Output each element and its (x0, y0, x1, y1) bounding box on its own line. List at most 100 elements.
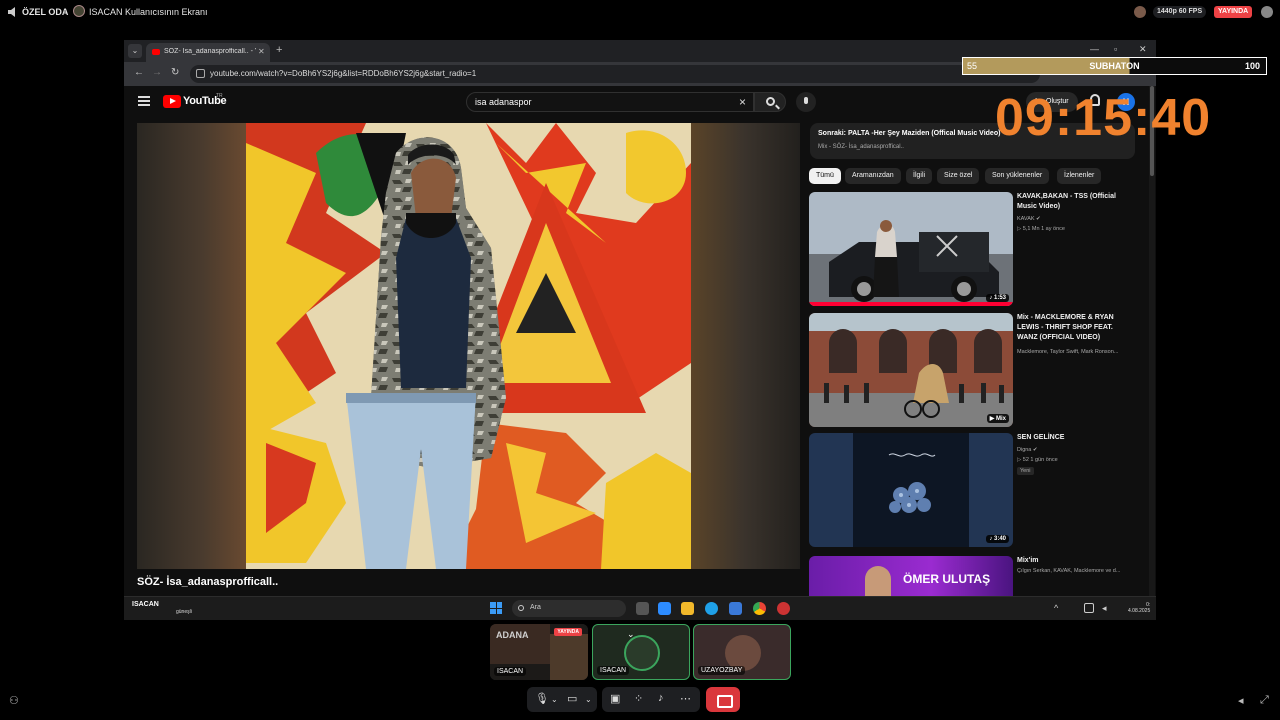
recommendation-item[interactable]: ♪ 1:53 KAVAK,BAKAN - TSS (Official Music… (809, 192, 1139, 310)
recommendation-channel[interactable]: KAVAK ✔ (1017, 216, 1041, 222)
edge-icon[interactable] (705, 602, 718, 615)
soundboard-icon[interactable]: ♪ (658, 692, 664, 704)
video-thumbnail[interactable]: ÖMER ULUTAŞ (809, 556, 1013, 596)
back-icon[interactable]: ← (134, 67, 144, 78)
taskbar-clock[interactable]: 0: 4.08.2025 (1128, 602, 1150, 614)
volume-icon[interactable]: ◂ (1102, 603, 1107, 614)
duration-badge: ♪ 3:40 (986, 535, 1009, 543)
recommendation-item[interactable]: ♪ 3:40 SEN GELİNCE Digna ✔ ▷ 52 1 gün ön… (809, 433, 1139, 551)
recommendation-meta: ▷ 52 1 gün önce (1017, 457, 1058, 463)
windows-start-icon[interactable] (490, 602, 502, 614)
breadcrumb-separator: › (63, 6, 66, 16)
store-icon[interactable] (729, 602, 742, 615)
menu-icon[interactable] (138, 96, 150, 106)
thumbnail-text: ÖMER ULUTAŞ (903, 572, 991, 586)
app-icon[interactable] (777, 602, 790, 615)
player-blur-left (137, 123, 247, 569)
output-volume-icon[interactable]: ◂ (1238, 694, 1244, 707)
participant-tile[interactable]: ⌄ ISACAN (592, 624, 690, 680)
search-icon (766, 97, 775, 106)
network-icon[interactable] (1084, 603, 1094, 613)
task-view-icon[interactable] (636, 602, 649, 615)
activities-icon[interactable]: ⁘ (634, 692, 643, 705)
subathon-goal: 100 (1244, 61, 1260, 71)
screen-share-button[interactable]: ▣ (610, 692, 620, 705)
fullscreen-icon[interactable]: ⤢ (1260, 694, 1269, 707)
chip-related[interactable]: İlgili (906, 168, 933, 184)
minimize-icon[interactable]: — (1090, 44, 1099, 54)
video-thumbnail[interactable]: ♪ 1:53 (809, 192, 1013, 306)
close-tab-icon[interactable]: ✕ (258, 47, 265, 56)
reload-icon[interactable]: ↻ (171, 67, 179, 78)
camera-icon[interactable]: ▭ (567, 692, 577, 705)
new-tab-icon[interactable]: + (276, 44, 282, 56)
thumbnail-face (865, 566, 891, 596)
clock-date: 4.08.2025 (1128, 608, 1151, 614)
tab-title: SÖZ- İsa_adanasprofficall.. - YouTube (164, 48, 256, 55)
taskbar-user[interactable]: ISACAN (132, 601, 159, 608)
room-name[interactable]: ÖZEL ODA (22, 7, 68, 17)
video-thumbnail[interactable]: ♪ 3:40 (809, 433, 1013, 547)
widgets-icon[interactable] (658, 602, 671, 615)
file-explorer-icon[interactable] (681, 602, 694, 615)
recommendation-item[interactable]: ÖMER ULUTAŞ Mix'im Çılgın Serkan, KAVAK,… (809, 556, 1139, 596)
viewer-avatar[interactable] (1134, 6, 1146, 18)
tray-chevron-icon[interactable]: ^ (1054, 603, 1058, 613)
video-player[interactable] (137, 123, 800, 569)
new-badge: Yeni (1017, 467, 1034, 475)
participant-tile-stream[interactable]: ADANA YAYINDA ISACAN (490, 624, 588, 680)
recommendation-channel: Çılgın Serkan, KAVAK, Macklemore ve d... (1017, 568, 1121, 574)
search-input[interactable]: isa adanaspor × (466, 92, 754, 112)
recommendation-channel[interactable]: Digna ✔ (1017, 447, 1038, 453)
stream-quality-badge: 1440p 60 FPS (1153, 6, 1207, 18)
taskbar-search-label: Ara (530, 604, 541, 611)
youtube-favicon-icon (152, 49, 160, 55)
browser-tab[interactable]: SÖZ- İsa_adanasprofficall.. - YouTube ✕ (146, 43, 270, 62)
video-title: SÖZ- İsa_adanasprofficall.. (137, 576, 279, 588)
more-icon[interactable]: ⋯ (680, 692, 691, 705)
close-window-icon[interactable]: ✕ (1139, 44, 1147, 55)
invite-icon[interactable]: ⚇ (9, 694, 19, 707)
audio-video-controls: 🎙 ⌄ ▭ ⌄ (527, 687, 597, 712)
tab-search-icon[interactable]: ⌄ (128, 44, 142, 58)
chip-for-you[interactable]: Size özel (937, 168, 980, 184)
search-button[interactable] (754, 92, 786, 112)
page-scrollbar[interactable] (1149, 86, 1155, 620)
windows-taskbar: ISACAN güneşli Ara ^ ◂ 0: 4.08.2025 (124, 596, 1156, 620)
up-next-playlist: Mix - SÖZ- İsa_adanasproffical.. (818, 144, 904, 150)
youtube-logo-icon[interactable] (163, 95, 181, 108)
participant-name: ISACAN (494, 667, 527, 676)
site-info-icon[interactable] (196, 69, 205, 78)
chip-all[interactable]: Tümü (809, 168, 841, 184)
video-thumbnail[interactable]: ▶ Mix (809, 313, 1013, 427)
graffiti-scene-image (246, 123, 691, 569)
chip-from-search[interactable]: Aramanızdan (845, 168, 901, 184)
overlay-clock: 09:15:40 (995, 89, 1212, 147)
chip-recent[interactable]: Son yüklenenler (985, 168, 1050, 184)
voice-search-icon[interactable] (796, 92, 816, 112)
camera-options-icon[interactable]: ⌄ (585, 695, 592, 704)
participant-tile[interactable]: UZAYOZBAY (693, 624, 791, 680)
restore-icon[interactable]: ▫ (1114, 44, 1117, 54)
forward-icon[interactable]: → (152, 67, 162, 78)
chip-watched[interactable]: İzlenenler (1057, 168, 1102, 184)
screen-title: ISACAN Kullanıcısının Ekranı (89, 7, 208, 17)
speaker-icon (8, 7, 15, 17)
recommendation-title: Mix'im (1017, 557, 1039, 564)
player-blur-right (690, 123, 800, 569)
url-field[interactable]: youtube.com/watch?v=DoBh6YS2j6g&list=RDD… (190, 65, 1040, 83)
recommendation-item[interactable]: ▶ Mix Mix - MACKLEMORE & RYAN LEWIS - TH… (809, 313, 1139, 431)
chat-icon[interactable] (1261, 6, 1273, 18)
url-text: youtube.com/watch?v=DoBh6YS2j6g&list=RDD… (210, 69, 477, 78)
search-icon (518, 605, 524, 611)
mix-badge: ▶ Mix (986, 414, 1009, 423)
svg-text:ADANA: ADANA (496, 630, 529, 640)
taskbar-search[interactable]: Ara (512, 600, 626, 617)
mic-options-icon[interactable]: ⌄ (551, 695, 558, 704)
disconnect-button[interactable] (706, 687, 740, 712)
chrome-icon[interactable] (753, 602, 766, 615)
call-header: ÖZEL ODA › ISACAN Kullanıcısının Ekranı … (0, 0, 1280, 24)
clear-search-icon[interactable]: × (739, 95, 746, 109)
region-code: TR (216, 93, 223, 99)
microphone-icon[interactable]: 🎙 (535, 692, 549, 705)
